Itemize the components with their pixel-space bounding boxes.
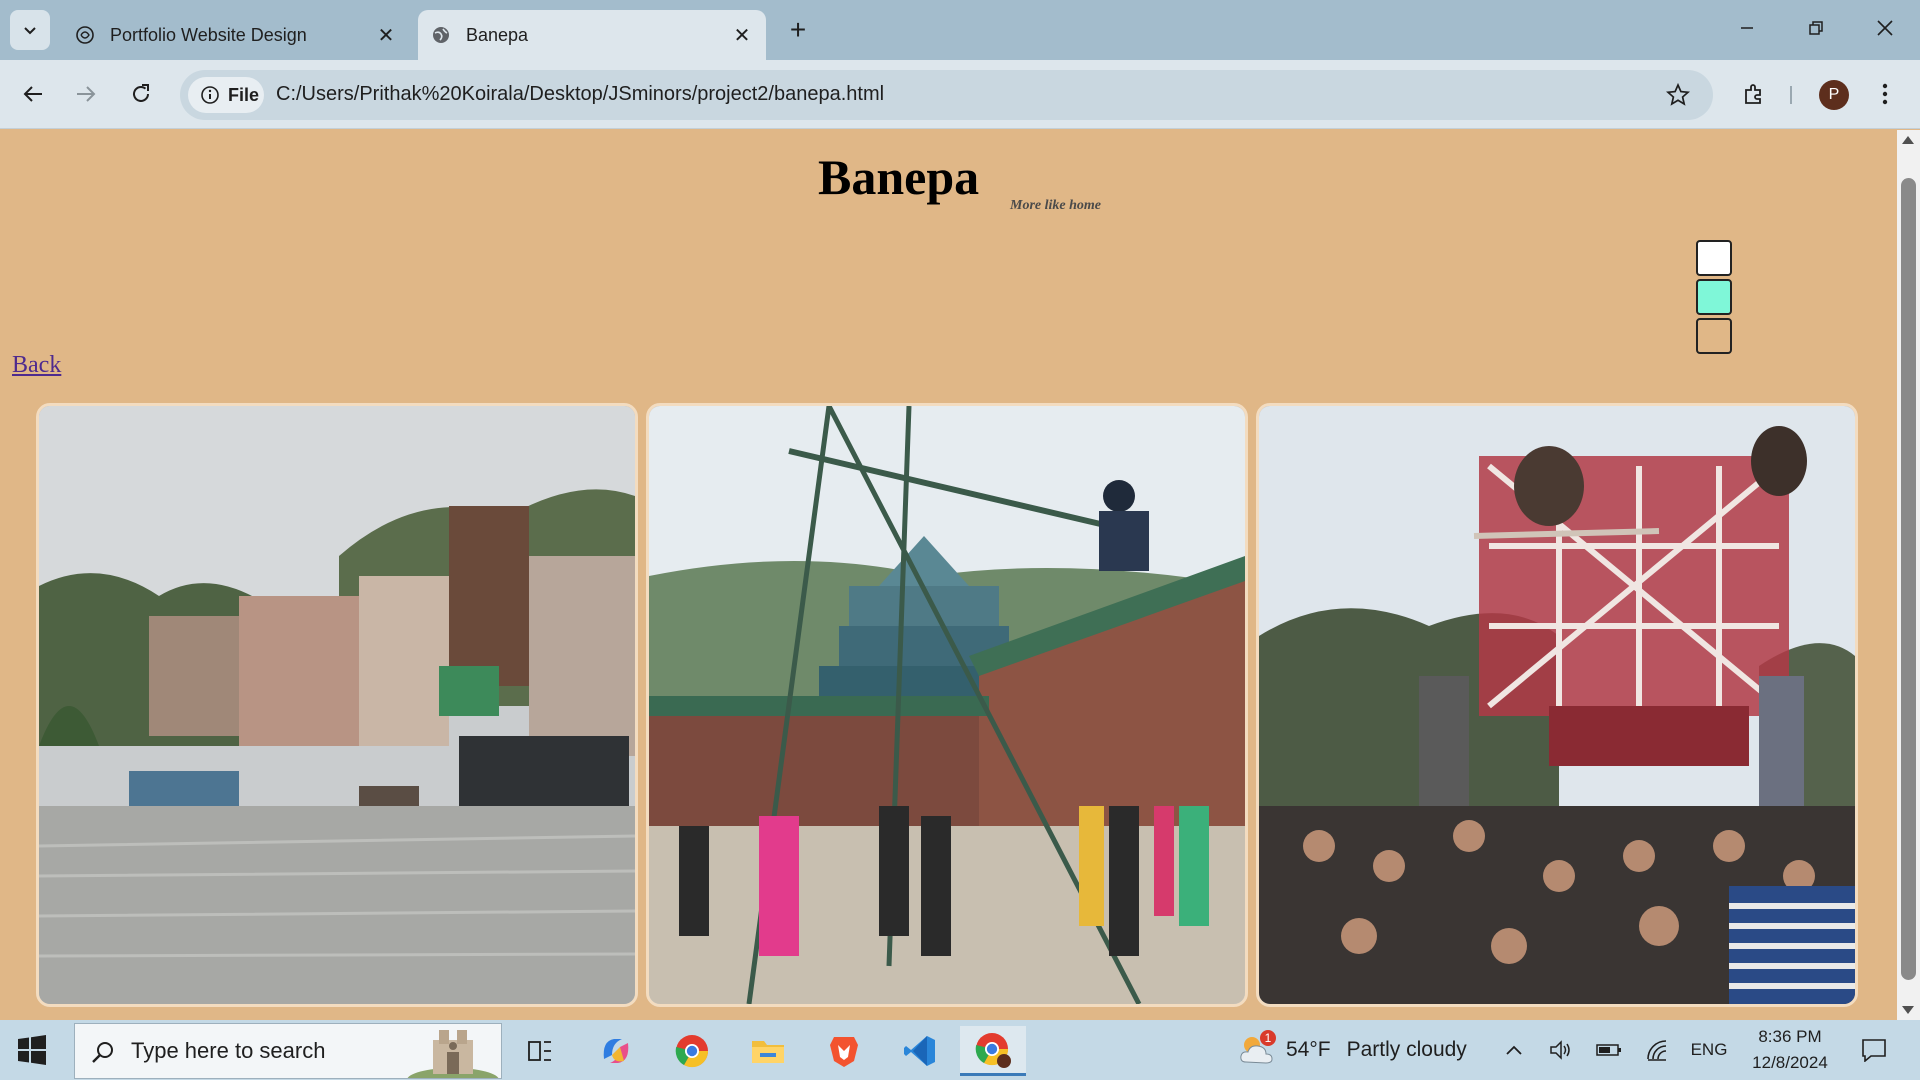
clock-date: 12/8/2024 [1752, 1053, 1828, 1072]
folder-icon [752, 1041, 784, 1063]
gallery-image-flooded-street[interactable] [36, 403, 638, 1007]
speaker-icon [1550, 1040, 1570, 1060]
chrome-profile-icon [975, 1032, 1011, 1068]
battery-icon [1596, 1044, 1621, 1056]
chrome-button[interactable] [662, 1026, 722, 1076]
tab-search-button[interactable] [10, 10, 50, 50]
chevron-down-icon [24, 27, 36, 35]
chrome-profile-button[interactable] [960, 1026, 1026, 1076]
wifi-icon [1647, 1040, 1667, 1061]
minimize-button[interactable] [1724, 8, 1770, 48]
more-vertical-icon [1882, 83, 1888, 105]
back-link[interactable]: Back [12, 352, 61, 379]
toolbar-separator [1790, 86, 1792, 104]
task-view-icon [528, 1041, 551, 1061]
info-icon [201, 86, 219, 104]
weather-condition: Partly cloudy [1346, 1038, 1467, 1061]
arrow-right-icon [77, 86, 96, 102]
notification-center-button[interactable] [1856, 1032, 1892, 1068]
page-title: Banepa [818, 149, 980, 205]
forward-button[interactable] [68, 76, 104, 112]
url-text[interactable]: C:/Users/Prithak%20Koirala/Desktop/JSmin… [276, 83, 884, 106]
windows-logo-icon [18, 1035, 46, 1065]
network-button[interactable] [1642, 1032, 1672, 1068]
file-explorer-button[interactable] [738, 1026, 798, 1076]
close-tab-icon[interactable]: ✕ [730, 23, 754, 47]
taskbar-search-box[interactable]: Type here to search [74, 1023, 502, 1079]
arrow-left-icon [23, 86, 42, 102]
language-indicator[interactable]: ENG [1684, 1032, 1734, 1068]
chrome-icon [675, 1035, 709, 1068]
chevron-up-icon [1506, 1045, 1522, 1055]
gallery-image-chariot-festival[interactable] [1256, 403, 1858, 1007]
scroll-thumb[interactable] [1901, 178, 1916, 980]
browser-menu-button[interactable] [1870, 76, 1900, 112]
address-bar[interactable]: File C:/Users/Prithak%20Koirala/Desktop/… [180, 70, 1713, 120]
search-placeholder: Type here to search [131, 1038, 326, 1063]
site-chip-label: File [228, 84, 260, 105]
tab-title: Banepa [466, 24, 529, 45]
partly-cloudy-icon: 1 [1238, 1030, 1276, 1068]
theme-swatch-white[interactable] [1696, 240, 1732, 276]
new-tab-button[interactable]: + [782, 14, 814, 46]
restore-icon [1809, 21, 1823, 35]
battery-button[interactable] [1594, 1032, 1624, 1068]
start-button[interactable] [16, 1034, 48, 1066]
show-hidden-icons-button[interactable] [1500, 1032, 1528, 1068]
close-icon [1877, 20, 1893, 36]
tab-strip: Portfolio Website Design ✕ Banepa ✕ + [0, 0, 1920, 60]
volume-button[interactable] [1546, 1032, 1576, 1068]
theme-swatch-aqua[interactable] [1696, 279, 1732, 315]
scroll-up-icon[interactable] [1902, 136, 1914, 144]
tab-banepa[interactable]: Banepa ✕ [418, 10, 766, 60]
chatgpt-icon [74, 24, 96, 46]
brave-button[interactable] [814, 1026, 874, 1076]
notification-icon [1862, 1039, 1886, 1062]
copilot-button[interactable] [586, 1026, 646, 1076]
back-button[interactable] [15, 76, 51, 112]
profile-avatar[interactable]: P [1819, 80, 1849, 110]
copilot-icon [603, 1039, 629, 1063]
page-scrollbar[interactable] [1897, 130, 1920, 1020]
vscode-button[interactable] [890, 1026, 950, 1076]
bookmark-star-icon[interactable] [1665, 82, 1691, 108]
windows-taskbar: Type here to search 1 54°F Partly cloudy… [0, 1020, 1920, 1080]
page-viewport: Banepa More like home Back [0, 130, 1897, 1020]
puzzle-icon [1745, 84, 1761, 104]
tab-portfolio[interactable]: Portfolio Website Design ✕ [62, 10, 410, 60]
weather-temp: 54°F [1286, 1038, 1331, 1061]
search-icon [92, 1042, 113, 1063]
search-highlight-icon [407, 1030, 499, 1078]
browser-toolbar: File C:/Users/Prithak%20Koirala/Desktop/… [0, 60, 1920, 129]
extensions-button[interactable] [1736, 76, 1772, 112]
restore-button[interactable] [1793, 8, 1839, 48]
reload-button[interactable] [123, 76, 159, 112]
gallery-image-bamboo-swing[interactable] [646, 403, 1248, 1007]
weather-widget[interactable]: 1 54°F Partly cloudy [1238, 1028, 1467, 1072]
weather-alert-badge: 1 [1260, 1030, 1276, 1046]
close-window-button[interactable] [1862, 8, 1908, 48]
clock[interactable]: 8:36 PM 12/8/2024 [1744, 1024, 1836, 1076]
theme-swatch-tan[interactable] [1696, 318, 1732, 354]
brave-icon [830, 1037, 858, 1067]
tab-title: Portfolio Website Design [110, 24, 307, 45]
vscode-icon [904, 1036, 935, 1066]
globe-icon [430, 24, 452, 46]
page-tagline: More like home [1010, 198, 1101, 213]
clock-time: 8:36 PM [1758, 1027, 1822, 1046]
minimize-icon [1741, 27, 1753, 29]
task-view-button[interactable] [510, 1026, 570, 1076]
close-tab-icon[interactable]: ✕ [374, 23, 398, 47]
scroll-down-icon[interactable] [1902, 1006, 1914, 1014]
reload-icon [133, 84, 149, 102]
